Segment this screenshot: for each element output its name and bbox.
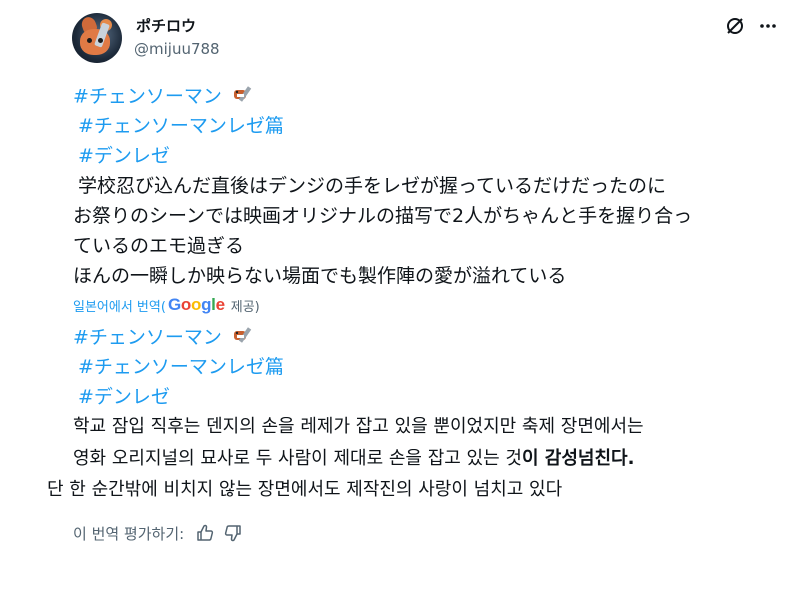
rate-label: 이 번역 평가하기: bbox=[73, 524, 185, 543]
translation-suffix: 제공) bbox=[230, 299, 260, 315]
translated-text-line: 단 한 순간밖에 비치지 않는 장면에서도 제작진의 사랑이 넘치고 있다 bbox=[47, 479, 563, 500]
rate-translation: 이 번역 평가하기: bbox=[73, 522, 244, 544]
avatar-eye bbox=[98, 38, 103, 43]
chainsaw-emoji-icon bbox=[232, 325, 254, 351]
avatar[interactable] bbox=[72, 13, 122, 63]
more-icon[interactable] bbox=[756, 14, 780, 38]
hashtag-link[interactable]: #デンレゼ bbox=[78, 144, 170, 168]
thumbs-up-icon[interactable] bbox=[194, 522, 216, 544]
grok-icon[interactable] bbox=[723, 14, 747, 38]
translated-text-line: 학교 잠입 직후는 덴지의 손을 레제가 잡고 있을 뿐이었지만 축제 장면에서… bbox=[73, 416, 644, 437]
translated-text-bold: 이 감성넘친다. bbox=[521, 448, 635, 469]
post-text-line: お祭りのシーンでは映画オリジナルの描写で2人がちゃんと手を握り合っ bbox=[73, 205, 693, 227]
avatar-eye bbox=[87, 38, 92, 43]
hashtag-line: #チェンソーマン bbox=[73, 84, 254, 110]
hashtag-link[interactable]: #デンレゼ bbox=[78, 385, 170, 409]
post-text-line: ているのエモ過ぎる bbox=[73, 235, 245, 257]
translated-text-segment: 영화 오리지널의 묘사로 두 사람이 제대로 손을 잡고 있는 것 bbox=[73, 448, 522, 469]
google-logo: Google bbox=[167, 295, 225, 314]
hashtag-link[interactable]: #チェンソーマンレゼ篇 bbox=[78, 355, 284, 379]
hashtag-line: #チェンソーマン bbox=[73, 325, 254, 351]
display-name[interactable]: ポチロウ bbox=[136, 15, 196, 36]
thumbs-down-icon[interactable] bbox=[222, 522, 244, 544]
hashtag-link[interactable]: #チェンソーマン bbox=[73, 327, 222, 349]
translated-text-line: 영화 오리지널의 묘사로 두 사람이 제대로 손을 잡고 있는 것이 감성넘친다… bbox=[73, 447, 634, 471]
translation-credit[interactable]: 일본어에서 번역( Google 제공) bbox=[73, 295, 260, 315]
user-handle[interactable]: @mijuu788 bbox=[134, 40, 220, 58]
post-text-line: 学校忍び込んだ直後はデンジの手をレゼが握っているだけだったのに bbox=[78, 175, 667, 197]
chainsaw-emoji-icon bbox=[232, 84, 254, 110]
hashtag-link[interactable]: #チェンソーマンレゼ篇 bbox=[78, 114, 284, 138]
post-text-line: ほんの一瞬しか映らない場面でも製作陣の愛が溢れている bbox=[73, 265, 567, 287]
translation-label: 일본어에서 번역( bbox=[73, 299, 166, 315]
hashtag-link[interactable]: #チェンソーマン bbox=[73, 86, 222, 108]
